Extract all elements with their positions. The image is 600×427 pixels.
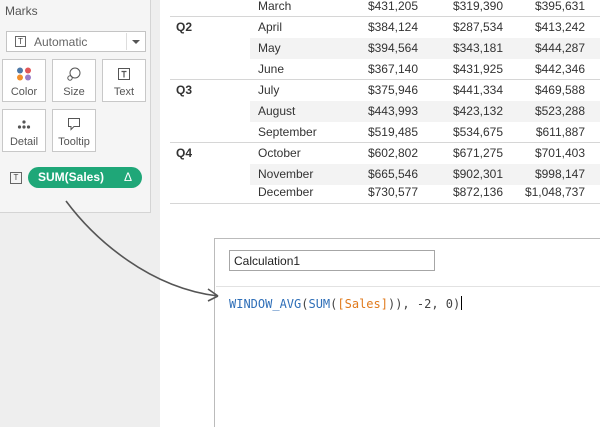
- value-cell: $730,577: [367, 185, 418, 199]
- tooltip-button-label: Tooltip: [58, 136, 90, 148]
- text-button[interactable]: Text: [102, 59, 146, 102]
- quarter-label: Q3: [176, 83, 193, 97]
- color-button-label: Color: [10, 86, 38, 98]
- table-bottom-border: [170, 203, 600, 204]
- value-cell: $902,301: [452, 167, 503, 181]
- value-cell: $423,132: [452, 104, 503, 118]
- delta-icon: Δ: [123, 170, 132, 184]
- detail-button[interactable]: Detail: [2, 109, 46, 152]
- text-caret: [461, 296, 463, 310]
- value-cell: $367,140: [367, 62, 418, 76]
- mark-type-dropdown[interactable]: T Automatic: [6, 31, 146, 52]
- detail-button-label: Detail: [9, 136, 39, 148]
- formula-editor[interactable]: WINDOW_AVG(SUM([Sales])), -2, 0): [216, 286, 600, 427]
- marks-card: Marks T Automatic Color Size Text Detail…: [0, 0, 151, 213]
- value-cell: $701,403: [534, 146, 585, 160]
- color-button[interactable]: Color: [2, 59, 46, 102]
- calculation-name-input[interactable]: [229, 250, 435, 271]
- function-window-avg: WINDOW_AVG: [229, 297, 302, 311]
- size-icon: [67, 67, 81, 81]
- value-cell: $671,275: [452, 146, 503, 160]
- value-cell: $442,346: [534, 62, 585, 76]
- table-row: June $367,140 $431,925 $442,346: [250, 59, 600, 80]
- field-sales: [Sales]: [337, 297, 388, 311]
- value-cell: $519,485: [367, 125, 418, 139]
- marks-card-title: Marks: [5, 4, 38, 18]
- function-sum: SUM: [308, 297, 331, 311]
- text-mark-icon: T: [15, 36, 26, 47]
- tooltip-button[interactable]: Tooltip: [52, 109, 96, 152]
- table-row: September $519,485 $534,675 $611,887: [250, 122, 600, 143]
- formula-args: )), -2, 0): [387, 297, 461, 311]
- value-cell: $1,048,737: [524, 185, 585, 199]
- tooltip-icon: [68, 118, 80, 131]
- value-cell: $287,534: [452, 20, 503, 34]
- calculation-editor-dialog: WINDOW_AVG(SUM([Sales])), -2, 0): [214, 238, 600, 427]
- detail-dots-icon: [17, 120, 31, 129]
- month-cell: June: [258, 62, 285, 76]
- table-row: March $431,205 $319,390 $395,631: [250, 0, 600, 17]
- value-cell: $523,288: [534, 104, 585, 118]
- table-row: December $730,577 $872,136 $1,048,737: [250, 182, 600, 203]
- quarter-label: Q4: [176, 146, 193, 160]
- table-row: April $384,124 $287,534 $413,242: [250, 17, 600, 38]
- chevron-down-icon[interactable]: [126, 33, 144, 50]
- value-cell: $469,588: [534, 83, 585, 97]
- formula-text[interactable]: WINDOW_AVG(SUM([Sales])), -2, 0): [229, 296, 463, 311]
- value-cell: $395,631: [534, 0, 585, 13]
- month-cell: July: [258, 83, 280, 97]
- month-cell: October: [258, 146, 301, 160]
- table-row: August $443,993 $423,132 $523,288: [250, 101, 600, 122]
- month-cell: November: [258, 167, 314, 181]
- month-cell: April: [258, 20, 283, 34]
- value-cell: $384,124: [367, 20, 418, 34]
- value-cell: $611,887: [535, 125, 585, 139]
- text-button-label: Text: [113, 86, 135, 98]
- mark-type-label: Automatic: [34, 35, 88, 49]
- value-cell: $431,925: [452, 62, 503, 76]
- text-encoding-icon: T: [10, 172, 22, 184]
- month-cell: May: [258, 41, 281, 55]
- text-icon: [118, 68, 130, 80]
- value-cell: $343,181: [452, 41, 503, 55]
- size-button[interactable]: Size: [52, 59, 96, 102]
- value-cell: $998,147: [534, 167, 585, 181]
- value-cell: $602,802: [367, 146, 418, 160]
- table-row: July $375,946 $441,334 $469,588: [250, 80, 600, 101]
- color-dots-icon: [17, 67, 31, 81]
- month-cell: August: [258, 104, 296, 118]
- value-cell: $394,564: [367, 41, 418, 55]
- value-cell: $872,136: [452, 185, 503, 199]
- value-cell: $665,546: [367, 167, 418, 181]
- data-table: Q2 Q3 Q4 March $431,205 $319,390 $395,63…: [170, 0, 600, 204]
- table-row: May $394,564 $343,181 $444,287: [250, 38, 600, 59]
- month-cell: December: [258, 185, 314, 199]
- month-cell: September: [258, 125, 317, 139]
- month-cell: March: [258, 0, 292, 13]
- value-cell: $431,205: [367, 0, 418, 13]
- value-cell: $441,334: [452, 83, 503, 97]
- table-row: October $602,802 $671,275 $701,403: [250, 143, 600, 164]
- size-button-label: Size: [63, 86, 85, 98]
- pill-label: SUM(Sales): [38, 170, 105, 184]
- value-cell: $444,287: [534, 41, 585, 55]
- value-cell: $413,242: [534, 20, 585, 34]
- sum-sales-pill[interactable]: SUM(Sales) Δ: [28, 167, 142, 188]
- quarter-label: Q2: [176, 20, 193, 34]
- value-cell: $534,675: [452, 125, 503, 139]
- value-cell: $443,993: [367, 104, 418, 118]
- value-cell: $319,390: [452, 0, 503, 13]
- value-cell: $375,946: [367, 83, 418, 97]
